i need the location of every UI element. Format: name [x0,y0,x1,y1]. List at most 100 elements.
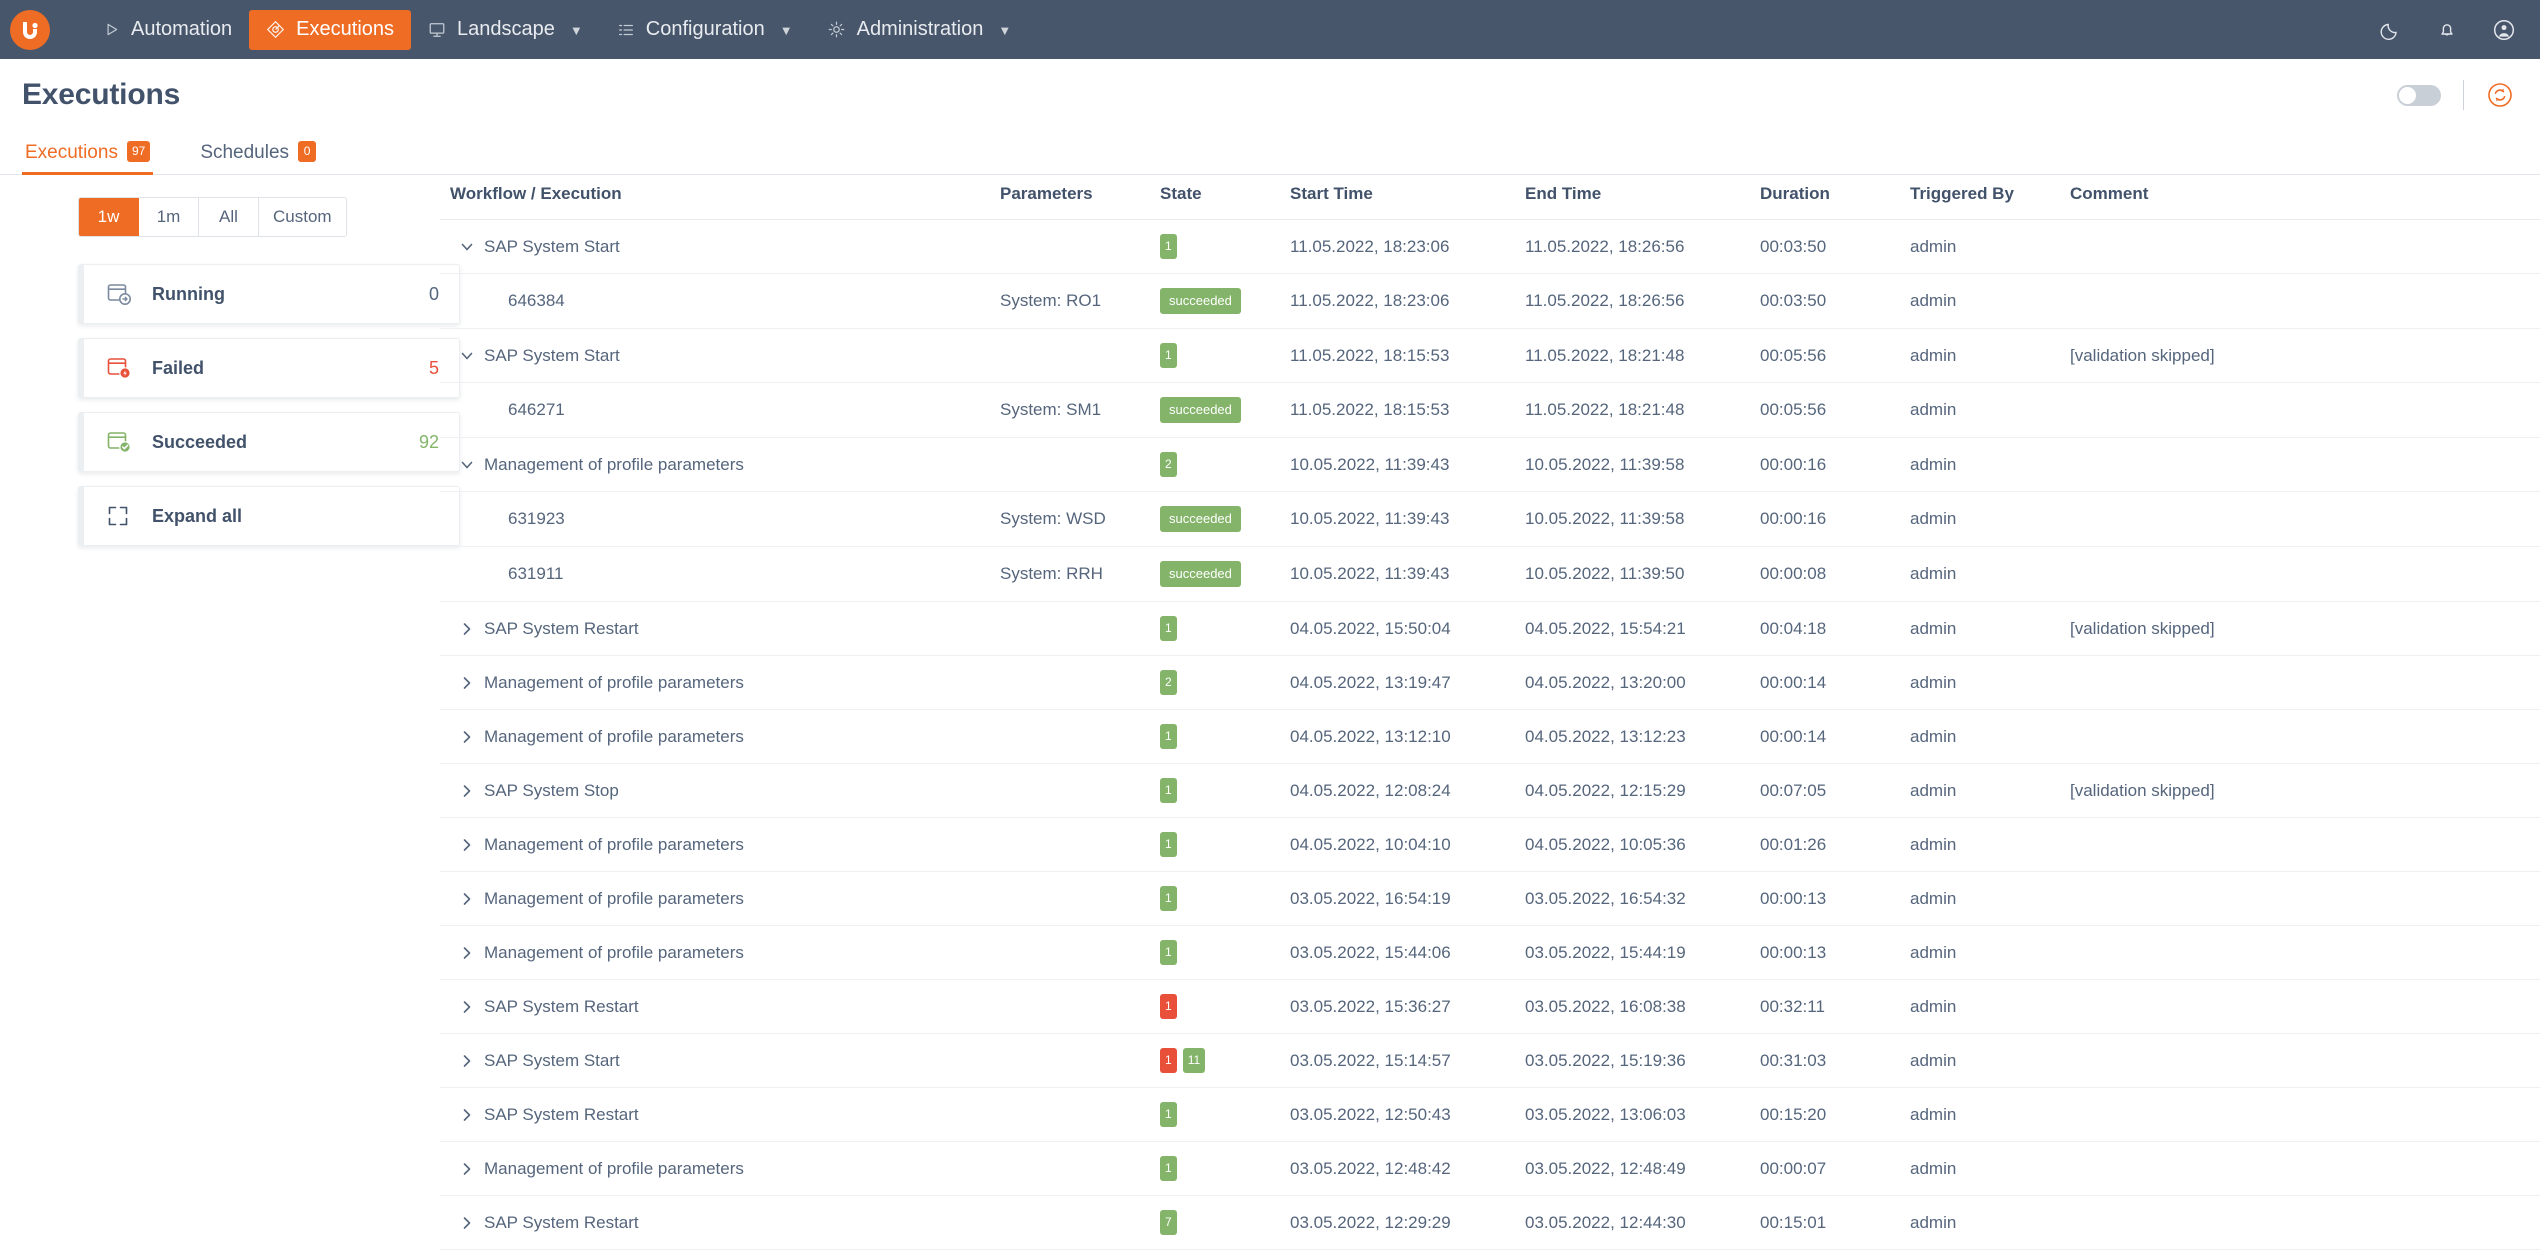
column-header-duration[interactable]: Duration [1760,175,1910,220]
nav-item-automation[interactable]: Automation [86,10,249,50]
cell-duration: 00:32:11 [1760,980,1910,1034]
table-row[interactable]: Management of profile parameters204.05.2… [440,656,2540,710]
cell-start-time: 04.05.2022, 15:50:04 [1290,602,1525,656]
cell-duration: 00:05:56 [1760,329,1910,383]
expand-all-button[interactable]: Expand all [78,486,460,546]
cell-duration: 00:07:05 [1760,764,1910,818]
cell-duration: 00:31:03 [1760,1034,1910,1088]
cell-end-time: 03.05.2022, 12:44:30 [1525,1196,1760,1250]
range-all[interactable]: All [199,198,259,236]
table-row[interactable]: 646271System: SM1succeeded11.05.2022, 18… [440,383,2540,438]
column-header-parameters[interactable]: Parameters [1000,175,1160,220]
cell-parameters [1000,329,1160,383]
table-row[interactable]: SAP System Restart703.05.2022, 12:29:290… [440,1196,2540,1250]
cell-start-time: 03.05.2022, 15:44:06 [1290,926,1525,980]
cell-start-time: 11.05.2022, 18:23:06 [1290,220,1525,274]
table-row[interactable]: Management of profile parameters103.05.2… [440,926,2540,980]
column-header-end-time[interactable]: End Time [1525,175,1760,220]
tab-executions[interactable]: Executions 97 [22,131,153,174]
table-row[interactable]: 631911System: RRHsucceeded10.05.2022, 11… [440,547,2540,602]
chevron-right-icon[interactable] [450,1107,484,1123]
chevron-right-icon[interactable] [450,837,484,853]
page-header-actions [2397,59,2514,131]
nav-item-executions[interactable]: Executions [249,10,411,50]
table-row[interactable]: Management of profile parameters103.05.2… [440,1142,2540,1196]
cell-workflow-name: Management of profile parameters [440,818,1000,872]
column-header-comment[interactable]: Comment [2070,175,2540,220]
expand-all-label: Expand all [152,506,439,527]
cell-end-time: 03.05.2022, 15:44:19 [1525,926,1760,980]
avantra-logo[interactable] [10,10,50,50]
cell-state: 2 [1160,438,1290,492]
table-row[interactable]: SAP System Start111.05.2022, 18:23:0611.… [440,220,2540,274]
bell-icon[interactable] [2436,19,2458,41]
auto-refresh-toggle[interactable] [2397,85,2441,106]
chevron-right-icon[interactable] [450,783,484,799]
tab-schedules-label: Schedules [200,142,289,164]
cell-duration: 00:00:16 [1760,492,1910,547]
time-range-selector: 1w 1m All Custom [78,197,347,237]
moon-icon[interactable] [2380,19,2402,41]
cell-workflow-name: SAP System Restart [440,1088,1000,1142]
range-1m[interactable]: 1m [139,198,199,236]
nav-item-landscape[interactable]: Landscape ▼ [411,10,600,50]
state-badge: succeeded [1160,561,1241,587]
cell-duration: 00:00:13 [1760,872,1910,926]
chevron-down-icon[interactable] [450,348,484,364]
cell-start-time: 03.05.2022, 15:14:57 [1290,1034,1525,1088]
table-row[interactable]: 646384System: RO1succeeded11.05.2022, 18… [440,274,2540,329]
table-row[interactable]: SAP System Restart104.05.2022, 15:50:040… [440,602,2540,656]
table-row[interactable]: SAP System Start11103.05.2022, 15:14:570… [440,1034,2540,1088]
tab-bar: Executions 97 Schedules 0 [0,131,2540,175]
cell-duration: 00:01:26 [1760,818,1910,872]
table-row[interactable]: SAP System Restart103.05.2022, 15:36:270… [440,980,2540,1034]
chevron-right-icon[interactable] [450,621,484,637]
cell-parameters [1000,438,1160,492]
table-row[interactable]: SAP System Start111.05.2022, 18:15:5311.… [440,329,2540,383]
column-header-triggered-by[interactable]: Triggered By [1910,175,2070,220]
state-badge: succeeded [1160,506,1241,532]
column-header-start-time[interactable]: Start Time [1290,175,1525,220]
table-row[interactable]: 631923System: WSDsucceeded10.05.2022, 11… [440,492,2540,547]
state-count-badge: 1 [1160,234,1177,259]
chevron-down-icon[interactable] [450,239,484,255]
table-row[interactable]: Management of profile parameters104.05.2… [440,818,2540,872]
column-header-state[interactable]: State [1160,175,1290,220]
cell-triggered-by: admin [1910,547,2070,602]
filter-card-running[interactable]: Running 0 [78,264,460,324]
chevron-right-icon[interactable] [450,675,484,691]
chevron-right-icon[interactable] [450,1161,484,1177]
chevron-right-icon[interactable] [450,1215,484,1231]
cell-end-time: 03.05.2022, 12:48:49 [1525,1142,1760,1196]
table-row[interactable]: SAP System Stop104.05.2022, 12:08:2404.0… [440,764,2540,818]
chevron-right-icon[interactable] [450,945,484,961]
table-row[interactable]: Management of profile parameters210.05.2… [440,438,2540,492]
cell-workflow-name: SAP System Start [440,1034,1000,1088]
filter-card-failed[interactable]: Failed 5 [78,338,460,398]
table-row[interactable]: SAP System Restart103.05.2022, 12:50:430… [440,1088,2540,1142]
column-header-workflow[interactable]: Workflow / Execution [440,175,1000,220]
chevron-down-icon[interactable] [450,457,484,473]
chevron-right-icon[interactable] [450,729,484,745]
cell-workflow-name: Management of profile parameters [440,710,1000,764]
tab-schedules[interactable]: Schedules 0 [197,131,319,174]
table-row[interactable]: Management of profile parameters104.05.2… [440,710,2540,764]
refresh-icon[interactable] [2486,81,2514,109]
chevron-right-icon[interactable] [450,999,484,1015]
cell-state: 1 [1160,980,1290,1034]
chevron-right-icon[interactable] [450,891,484,907]
cell-end-time: 11.05.2022, 18:21:48 [1525,383,1760,438]
table-row[interactable]: Management of profile parameters103.05.2… [440,1250,2540,1254]
nav-item-executions-label: Executions [296,18,394,41]
filter-card-succeeded[interactable]: Succeeded 92 [78,412,460,472]
range-custom[interactable]: Custom [259,198,346,236]
filter-card-succeeded-count: 92 [419,432,439,453]
range-1w[interactable]: 1w [79,198,139,236]
cell-end-time: 11.05.2022, 18:26:56 [1525,220,1760,274]
table-row[interactable]: Management of profile parameters103.05.2… [440,872,2540,926]
user-avatar-icon[interactable] [2492,18,2516,42]
cell-state: succeeded [1160,383,1290,438]
chevron-right-icon[interactable] [450,1053,484,1069]
nav-item-configuration[interactable]: Configuration ▼ [600,10,810,50]
nav-item-administration[interactable]: Administration ▼ [810,10,1029,50]
